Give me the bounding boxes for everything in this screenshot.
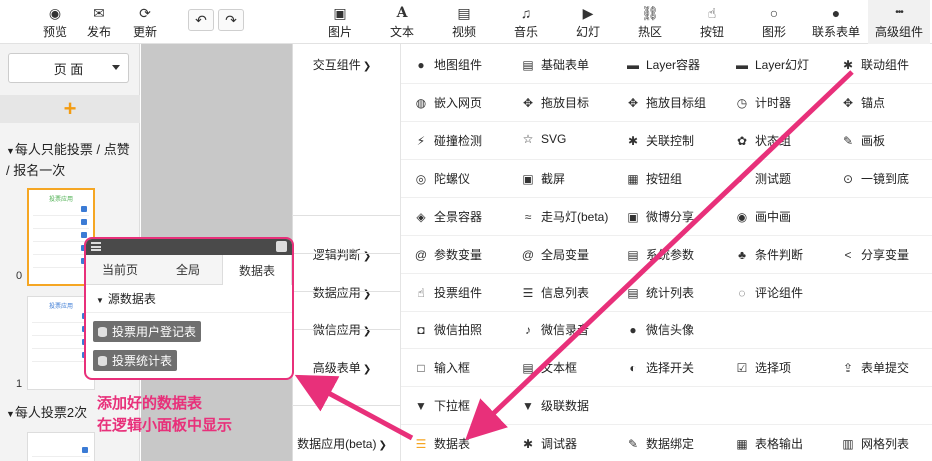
annotation-arrows [294, 70, 854, 441]
arrow-to-data-table [465, 70, 854, 441]
arrow-to-panel [294, 374, 414, 441]
